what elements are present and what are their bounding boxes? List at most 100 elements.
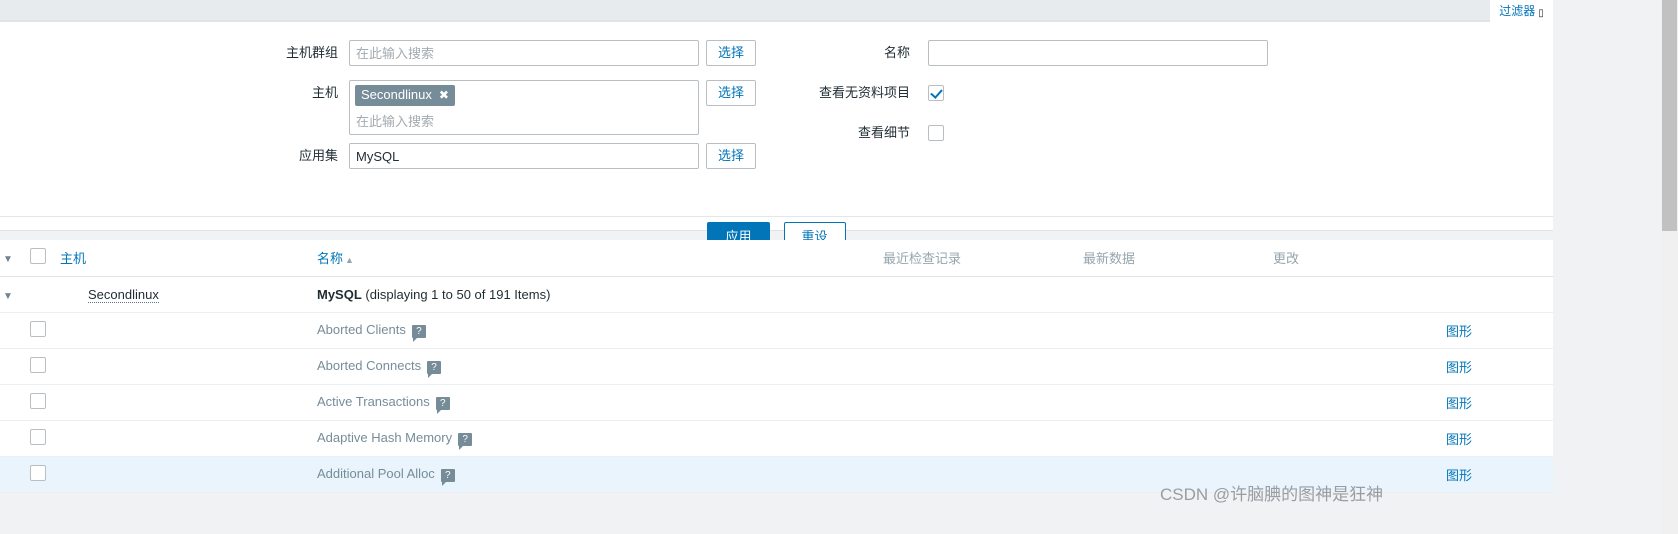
host-group-select-button[interactable]: 选择: [706, 40, 756, 66]
row-change-cell: 图形: [1273, 456, 1553, 493]
filter-caret-icon: ▯: [1538, 8, 1544, 19]
host-multiselect-placeholder: 在此输入搜索: [356, 114, 435, 129]
filter-show-details-row: 查看细节: [780, 120, 944, 146]
group-check-cell: [30, 276, 60, 313]
item-name-link[interactable]: Aborted Connects: [317, 358, 421, 373]
show-no-data-checkbox[interactable]: [928, 85, 944, 101]
table-row[interactable]: Aborted Clients? 图形: [0, 312, 1553, 349]
row-caret-cell: [0, 384, 30, 421]
table-row[interactable]: Aborted Connects? 图形: [0, 348, 1553, 385]
item-name-link[interactable]: Adaptive Hash Memory: [317, 430, 452, 445]
application-input[interactable]: [349, 143, 699, 169]
group-name-cell: MySQL (displaying 1 to 50 of 191 Items): [308, 276, 1553, 313]
item-name-link[interactable]: Aborted Clients: [317, 322, 406, 337]
graph-link[interactable]: 图形: [1446, 396, 1472, 411]
table-row[interactable]: Active Transactions? 图形: [0, 384, 1553, 421]
name-input[interactable]: [928, 40, 1268, 66]
items-table-container: ▼ 主机 名称 ▲ 最近检查记录 最新数据 更改 ▼ Secondlinux M…: [0, 240, 1553, 493]
collapse-all-caret-icon[interactable]: ▼: [0, 254, 13, 265]
header-host-label[interactable]: 主机: [60, 251, 86, 266]
page-scrollbar-track[interactable]: [1661, 0, 1678, 534]
host-chip-remove-icon[interactable]: ✖: [439, 89, 449, 101]
row-latest-data-cell: [1083, 420, 1273, 457]
item-name-link[interactable]: Additional Pool Alloc: [317, 466, 435, 481]
group-collapse-caret-icon[interactable]: ▼: [0, 291, 13, 302]
application-select-button[interactable]: 选择: [706, 143, 756, 169]
show-no-data-label: 查看无资料项目: [818, 85, 910, 100]
hint-icon[interactable]: ?: [435, 396, 450, 414]
application-name[interactable]: MySQL: [317, 287, 362, 302]
filter-tab[interactable]: 过滤器 ▯: [1490, 0, 1553, 22]
group-host-cell: Secondlinux: [60, 276, 308, 313]
header-select-all-cell: [30, 240, 60, 277]
row-name-cell: Aborted Connects?: [308, 348, 883, 385]
header-latest-data-cell: 最新数据: [1083, 240, 1273, 277]
page-scrollbar-thumb[interactable]: [1662, 0, 1677, 231]
header-last-check-cell: 最近检查记录: [883, 240, 1083, 277]
row-latest-data-cell: [1083, 456, 1273, 493]
hint-icon[interactable]: ?: [411, 324, 426, 342]
hint-icon[interactable]: ?: [458, 432, 473, 450]
graph-link[interactable]: 图形: [1446, 468, 1472, 483]
row-check-cell: [30, 384, 60, 421]
row-change-cell: 图形: [1273, 420, 1553, 457]
row-name-cell: Aborted Clients?: [308, 312, 883, 349]
header-caret-cell: ▼: [0, 240, 30, 277]
application-label: 应用集: [298, 148, 338, 163]
host-chip: Secondlinux ✖: [355, 85, 455, 106]
right-gutter: [1553, 0, 1678, 534]
application-item-count: (displaying 1 to 50 of 191 Items): [361, 286, 551, 302]
graph-link[interactable]: 图形: [1446, 432, 1472, 447]
filter-tabstrip: 过滤器 ▯: [0, 0, 1553, 22]
item-name-link[interactable]: Active Transactions: [317, 394, 430, 409]
graph-link[interactable]: 图形: [1446, 324, 1472, 339]
row-check-cell: [30, 348, 60, 385]
header-change-cell: 更改: [1273, 240, 1553, 277]
row-checkbox[interactable]: [30, 356, 46, 373]
header-name-label[interactable]: 名称: [317, 251, 343, 266]
header-latest-data-label: 最新数据: [1083, 251, 1136, 267]
row-checkbox[interactable]: [30, 464, 46, 481]
row-host-cell: [60, 348, 308, 385]
hint-icon[interactable]: ?: [440, 468, 455, 486]
row-checkbox[interactable]: [30, 428, 46, 445]
show-details-checkbox[interactable]: [928, 125, 944, 141]
host-multiselect[interactable]: Secondlinux ✖ 在此输入搜索: [349, 80, 699, 135]
row-host-cell: [60, 384, 308, 421]
filter-host-row: 主机 Secondlinux ✖ 在此输入搜索 选择: [283, 80, 756, 135]
row-last-check-cell: [883, 456, 1083, 493]
host-label: 主机: [311, 85, 338, 100]
filter-show-no-data-row: 查看无资料项目: [780, 80, 944, 106]
table-row[interactable]: Adaptive Hash Memory? 图形: [0, 420, 1553, 457]
tabstrip-background: [0, 0, 1490, 21]
header-name-cell: 名称 ▲: [308, 240, 883, 277]
row-caret-cell: [0, 456, 30, 493]
row-caret-cell: [0, 348, 30, 385]
row-change-cell: 图形: [1273, 312, 1553, 349]
row-checkbox[interactable]: [30, 392, 46, 409]
host-select-button[interactable]: 选择: [706, 80, 756, 106]
row-name-cell: Adaptive Hash Memory?: [308, 420, 883, 457]
row-check-cell: [30, 312, 60, 349]
select-all-checkbox[interactable]: [30, 248, 46, 265]
host-link[interactable]: Secondlinux: [88, 286, 159, 303]
row-latest-data-cell: [1083, 384, 1273, 421]
row-host-cell: [60, 456, 308, 493]
row-host-cell: [60, 420, 308, 457]
row-check-cell: [30, 456, 60, 493]
filter-name-row: 名称: [780, 40, 1268, 66]
row-checkbox[interactable]: [30, 320, 46, 337]
filter-host-group-row: 主机群组 选择: [283, 40, 756, 66]
table-row[interactable]: Additional Pool Alloc? 图形: [0, 456, 1553, 493]
host-chip-label: Secondlinux: [361, 87, 432, 102]
row-check-cell: [30, 420, 60, 457]
sort-ascending-icon: ▲: [345, 255, 354, 266]
row-last-check-cell: [883, 420, 1083, 457]
host-group-input[interactable]: [349, 40, 699, 66]
row-latest-data-cell: [1083, 348, 1273, 385]
row-latest-data-cell: [1083, 312, 1273, 349]
row-change-cell: 图形: [1273, 384, 1553, 421]
hint-icon[interactable]: ?: [427, 360, 442, 378]
name-label: 名称: [883, 45, 910, 60]
graph-link[interactable]: 图形: [1446, 360, 1472, 375]
